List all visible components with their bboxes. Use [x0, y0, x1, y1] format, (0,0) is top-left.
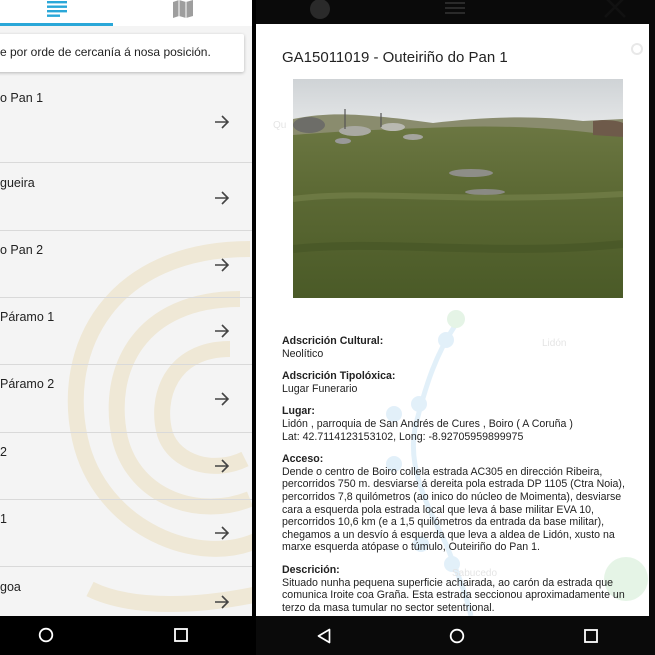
field-value: Dende o centro de Boiro collela estrada …: [282, 465, 625, 554]
field-value: Neolítico: [282, 347, 324, 360]
map-icon: [172, 0, 193, 18]
arrow-right-icon: [215, 595, 230, 609]
field-heading: Lugar:: [282, 405, 315, 418]
list-item-label: Páramo 2: [0, 377, 55, 391]
tab-map[interactable]: [113, 0, 252, 26]
nav-recents-icon[interactable]: [584, 629, 598, 643]
poi-photo: [293, 79, 623, 298]
list-item[interactable]: o Pan 1: [0, 79, 252, 163]
list-item[interactable]: Páramo 2: [0, 365, 252, 433]
field-descricion: Descrición: Situado nunha pequena superf…: [282, 564, 642, 614]
list-item-label: o Pan 1: [0, 91, 44, 105]
field-acceso: Acceso: Dende o centro de Boiro collela …: [282, 453, 642, 554]
arrow-right-icon: [215, 392, 230, 406]
field-heading: Descrición:: [282, 563, 340, 576]
field-value: Situado nunha pequena superficie achaira…: [282, 576, 625, 614]
list-item-label: 2: [0, 445, 7, 459]
list-item-label: gueira: [0, 176, 35, 190]
field-lugar: Lugar: Lidón , parroquia de San Andrés d…: [282, 405, 642, 443]
nav-home-icon[interactable]: [449, 628, 465, 644]
arrow-right-icon: [215, 258, 230, 272]
poi-details: Adscrición Cultural: Neolítico Adscrició…: [282, 335, 642, 616]
list-item[interactable]: Páramo 1: [0, 298, 252, 365]
poi-title: GA15011019 - Outeiriño do Pan 1: [282, 49, 508, 66]
arrow-right-icon: [215, 191, 230, 205]
close-icon[interactable]: [602, 0, 628, 20]
field-cultural: Adscrición Cultural: Neolítico: [282, 335, 642, 360]
poi-list-screen: e por orde de cercanía á nosa posición. …: [0, 0, 252, 655]
list-item[interactable]: 1: [0, 500, 252, 567]
background-tab-bar: [256, 0, 655, 24]
field-heading: Adscrición Cultural:: [282, 335, 384, 347]
nav-back-icon[interactable]: [317, 628, 331, 644]
field-heading: Adscrición Tipolóxica:: [282, 370, 396, 383]
list-icon: [46, 1, 67, 17]
tab-list[interactable]: [0, 0, 113, 26]
list-item[interactable]: o Pan 2: [0, 231, 252, 298]
field-tipoloxica: Adscrición Tipolóxica: Lugar Funerario: [282, 370, 642, 395]
list-item[interactable]: goa: [0, 567, 252, 616]
sort-info-text: e por orde de cercanía á nosa posición.: [0, 45, 211, 59]
arrow-right-icon: [215, 459, 230, 473]
list-item-label: Páramo 1: [0, 310, 55, 324]
info-icon: [310, 0, 330, 19]
field-heading: Acceso:: [282, 453, 324, 466]
android-nav-bar: [0, 616, 252, 655]
list-item-label: goa: [0, 580, 21, 594]
list-icon: [445, 2, 465, 14]
tab-bar: [0, 0, 252, 26]
detail-screen: Lidón Sabucedo Qu GA15011019 - Outeiriño…: [256, 0, 655, 655]
list-item[interactable]: gueira: [0, 163, 252, 231]
map-label-qu: Qu: [273, 120, 286, 131]
android-nav-bar: [256, 616, 655, 655]
poi-detail-dialog: Lidón Sabucedo Qu GA15011019 - Outeiriño…: [256, 24, 649, 616]
arrow-right-icon: [215, 115, 230, 129]
field-value: Lidón , parroquia de San Andrés de Cures…: [282, 417, 573, 443]
list-item[interactable]: 2: [0, 433, 252, 500]
poi-list: o Pan 1 gueira o Pan 2 Páramo 1 Páramo 2…: [0, 79, 252, 616]
nav-home-icon[interactable]: [38, 627, 54, 643]
list-item-label: o Pan 2: [0, 243, 44, 257]
nav-recents-icon[interactable]: [174, 628, 188, 642]
arrow-right-icon: [215, 526, 230, 540]
sort-info-bar: e por orde de cercanía á nosa posición.: [0, 34, 244, 72]
arrow-right-icon: [215, 324, 230, 338]
field-value: Lugar Funerario: [282, 382, 358, 395]
list-item-label: 1: [0, 512, 7, 526]
